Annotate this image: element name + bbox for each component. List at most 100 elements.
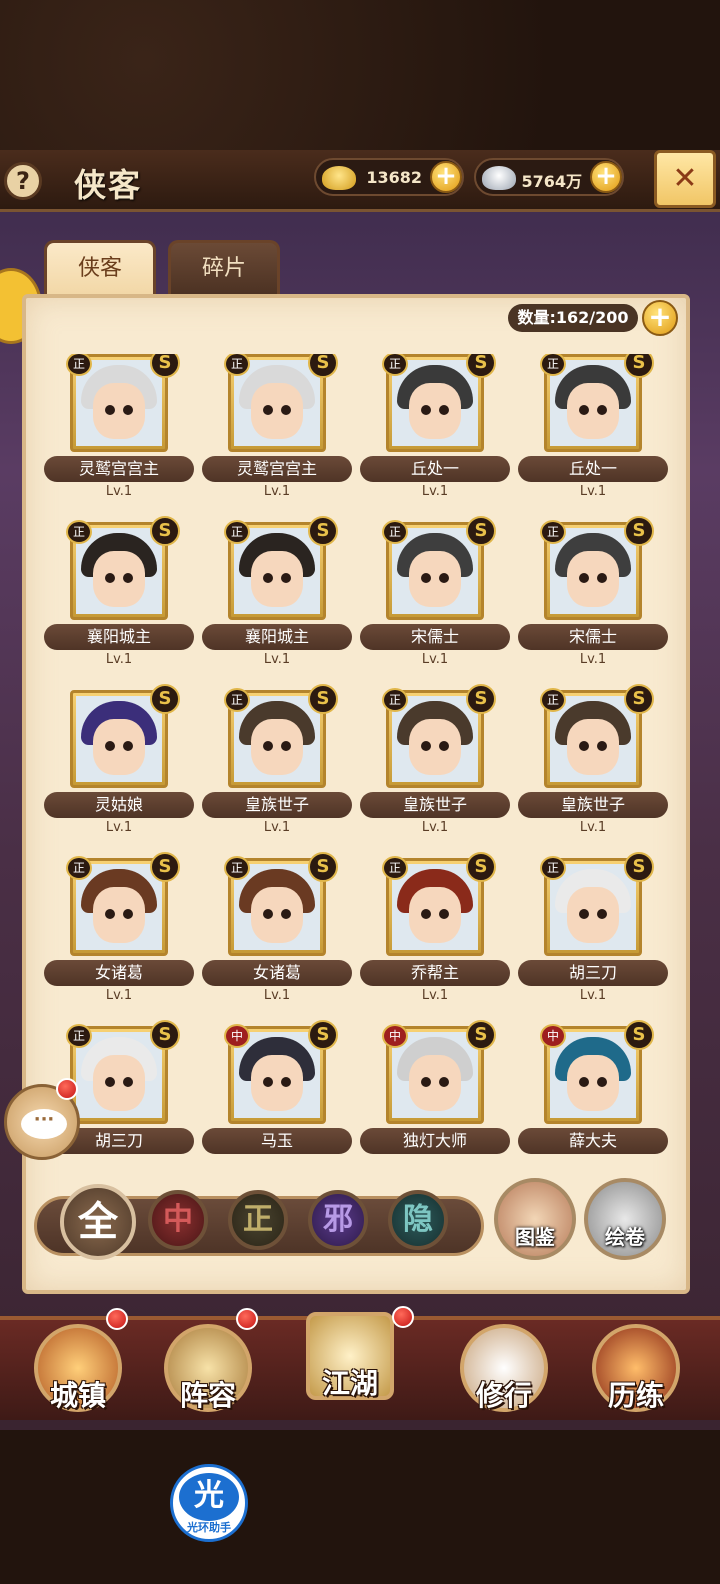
close-button[interactable]: ✕ — [654, 150, 716, 208]
nav-town-notification-dot — [106, 1308, 128, 1330]
nav-trial-label: 历练 — [607, 1379, 664, 1412]
hero-card[interactable]: S 中薛大夫 — [516, 1020, 668, 1154]
hero-card[interactable]: S 正灵鹫宫宫主 Lv.1 — [42, 354, 194, 518]
top-background — [0, 0, 720, 150]
assistant-floating-button[interactable]: 光 光环助手 — [170, 1464, 248, 1542]
assistant-logo-icon: 光 — [179, 1473, 239, 1521]
hero-eye — [123, 1077, 133, 1087]
hero-card[interactable]: S 正丘处一 Lv.1 — [516, 354, 668, 518]
nav-jianghu-label: 江湖 — [321, 1367, 378, 1400]
filter-evil-button[interactable]: 邪 — [308, 1190, 368, 1250]
gold-currency: 13682 + — [314, 158, 464, 196]
nav-trial[interactable]: 历练 — [586, 1318, 686, 1418]
add-silver-button[interactable]: + — [590, 161, 622, 193]
hero-eye — [105, 909, 115, 919]
hero-eye — [281, 573, 291, 583]
hero-face — [567, 551, 619, 607]
add-gold-button[interactable]: + — [430, 161, 462, 193]
hero-card[interactable]: S 正灵鹫宫宫主 Lv.1 — [200, 354, 352, 518]
filter-neutral-button[interactable]: 中 — [148, 1190, 208, 1250]
hero-card[interactable]: S 正胡三刀 Lv.1 — [516, 852, 668, 1022]
hero-eye — [263, 1077, 273, 1087]
grade-s-badge: S — [466, 852, 496, 882]
hero-eye — [421, 909, 431, 919]
hero-card[interactable]: S 正丘处一 Lv.1 — [358, 354, 510, 518]
codex-button[interactable]: 图鉴 — [494, 1178, 576, 1260]
hero-name: 女诸葛 — [202, 960, 352, 986]
hero-face — [409, 383, 461, 439]
grade-s-badge: S — [466, 516, 496, 546]
silver-currency: 5764万 + — [474, 158, 624, 196]
nav-jianghu[interactable]: 江湖 — [300, 1306, 400, 1406]
grade-s-badge: S — [150, 684, 180, 714]
filter-righteous-button[interactable]: 正 — [228, 1190, 288, 1250]
hero-face — [251, 383, 303, 439]
hero-card[interactable]: S 正皇族世子 Lv.1 — [200, 684, 352, 854]
faction-badge: 正 — [382, 688, 408, 712]
hero-card[interactable]: S 正襄阳城主 Lv.1 — [200, 516, 352, 686]
nav-lineup-label: 阵容 — [179, 1379, 236, 1412]
hero-name: 皇族世子 — [360, 792, 510, 818]
hero-eye — [421, 405, 431, 415]
filter-all-button[interactable]: 全 — [60, 1184, 136, 1260]
hero-card[interactable]: S 正皇族世子 Lv.1 — [358, 684, 510, 854]
hero-level: Lv.1 — [263, 484, 291, 499]
hero-name: 丘处一 — [518, 456, 668, 482]
tab-heroes[interactable]: 侠客 — [44, 240, 156, 296]
tab-fragments[interactable]: 碎片 — [168, 240, 280, 296]
hero-name: 皇族世子 — [202, 792, 352, 818]
nav-training[interactable]: 修行 — [454, 1318, 554, 1418]
grade-s-badge: S — [624, 516, 654, 546]
hero-name: 独灯大师 — [360, 1128, 510, 1154]
hero-count: 数量:162/200 — [508, 304, 638, 332]
filter-hidden-button[interactable]: 隐 — [388, 1190, 448, 1250]
hero-card[interactable]: S 正乔帮主 Lv.1 — [358, 852, 510, 1022]
scroll-gallery-button[interactable]: 绘卷 — [584, 1178, 666, 1260]
hero-card[interactable]: S 正宋儒士 Lv.1 — [516, 516, 668, 686]
nav-town[interactable]: 城镇 — [28, 1318, 128, 1418]
hero-name: 灵鹫宫宫主 — [202, 456, 352, 482]
hero-name: 胡三刀 — [518, 960, 668, 986]
hero-face — [409, 719, 461, 775]
nav-lineup[interactable]: 阵容 — [158, 1318, 258, 1418]
grade-s-badge: S — [308, 516, 338, 546]
hero-face — [409, 1055, 461, 1111]
hero-level: Lv.1 — [263, 988, 291, 1003]
hero-card[interactable]: S 正女诸葛 Lv.1 — [200, 852, 352, 1022]
hero-eye — [439, 741, 449, 751]
hero-level: Lv.1 — [579, 484, 607, 499]
hero-card[interactable]: S 正襄阳城主 Lv.1 — [42, 516, 194, 686]
hero-level: Lv.1 — [579, 820, 607, 835]
hero-eye — [123, 405, 133, 415]
hero-face — [93, 719, 145, 775]
hero-eye — [281, 1077, 291, 1087]
hero-name: 灵鹫宫宫主 — [44, 456, 194, 482]
hero-name: 薛大夫 — [518, 1128, 668, 1154]
hero-level: Lv.1 — [105, 484, 133, 499]
hero-eye — [579, 909, 589, 919]
page-title: 侠客 — [74, 166, 143, 204]
hero-eye — [105, 741, 115, 751]
nav-jianghu-notification-dot — [392, 1306, 414, 1328]
hero-face — [93, 383, 145, 439]
grade-s-badge: S — [466, 684, 496, 714]
expand-capacity-button[interactable]: + — [642, 300, 678, 336]
hero-name: 女诸葛 — [44, 960, 194, 986]
hero-level: Lv.1 — [421, 820, 449, 835]
hero-card[interactable]: S 正女诸葛 Lv.1 — [42, 852, 194, 1022]
hero-eye — [105, 1077, 115, 1087]
hero-card[interactable]: S 灵姑娘 Lv.1 — [42, 684, 194, 854]
hero-face — [93, 551, 145, 607]
hero-card[interactable]: S 中马玉 — [200, 1020, 352, 1154]
hero-eye — [263, 909, 273, 919]
help-button[interactable]: ? — [4, 162, 42, 200]
hero-card[interactable]: S 中独灯大师 — [358, 1020, 510, 1154]
codex-label: 图鉴 — [515, 1225, 555, 1249]
gold-ingot-icon — [322, 166, 356, 190]
hero-card[interactable]: S 正皇族世子 Lv.1 — [516, 684, 668, 854]
hero-face — [567, 383, 619, 439]
faction-badge: 正 — [382, 520, 408, 544]
hero-card[interactable]: S 正宋儒士 Lv.1 — [358, 516, 510, 686]
hero-eye — [597, 405, 607, 415]
hero-level: Lv.1 — [579, 652, 607, 667]
